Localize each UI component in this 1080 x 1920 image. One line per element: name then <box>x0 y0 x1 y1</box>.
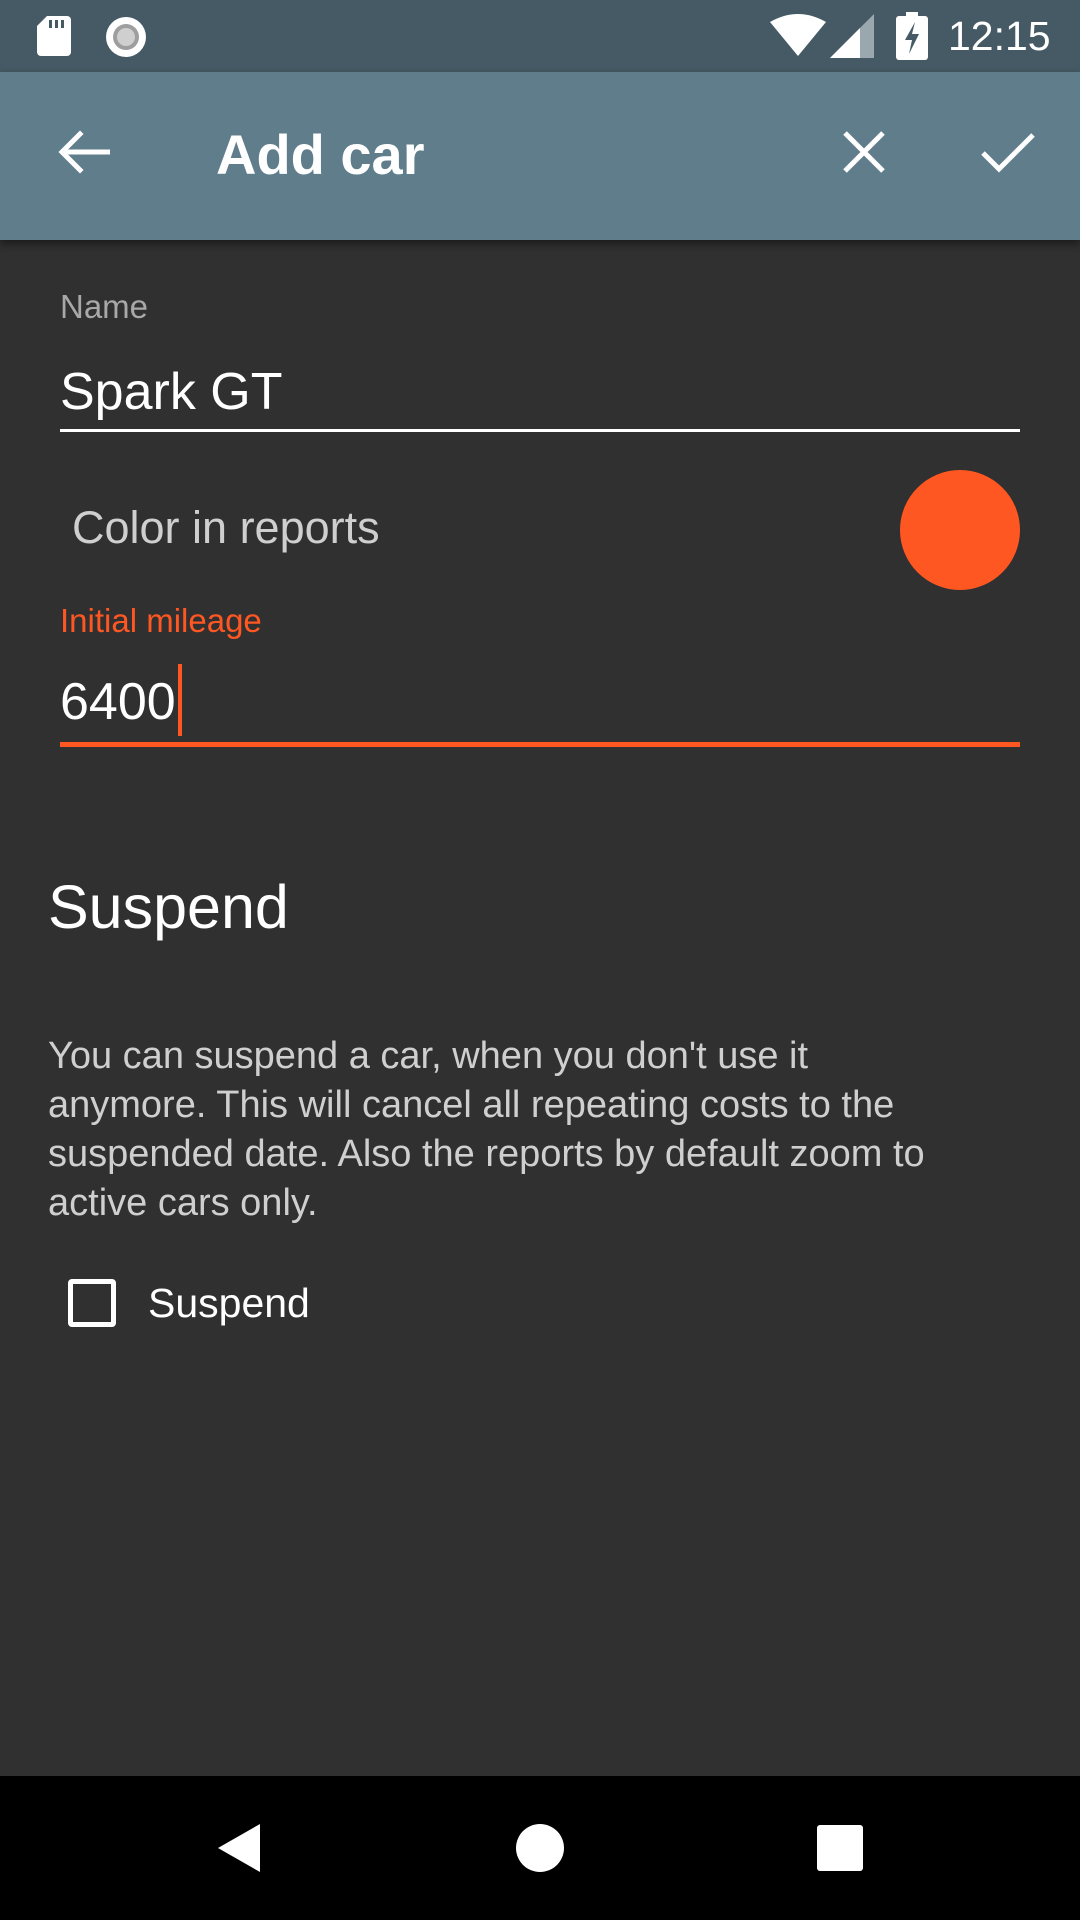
initial-mileage-value: 6400 <box>60 664 182 740</box>
system-nav-bar <box>0 1776 1080 1920</box>
suspend-description: You can suspend a car, when you don't us… <box>48 1035 925 1224</box>
sd-card-icon <box>37 16 71 56</box>
nav-back-button[interactable] <box>190 1798 290 1898</box>
nav-home-button[interactable] <box>490 1798 590 1898</box>
nav-back-icon <box>218 1824 260 1872</box>
suspend-section-title: Suspend <box>48 873 289 941</box>
color-row[interactable]: Color in reports <box>60 470 1020 590</box>
save-button[interactable] <box>968 112 1048 192</box>
text-cursor <box>177 664 182 736</box>
initial-mileage-label: Initial mileage <box>60 602 262 639</box>
color-label: Color in reports <box>72 502 380 553</box>
nav-recents-icon <box>817 1825 863 1871</box>
add-car-screen: 12:15 Add car Name Color in reports Init… <box>0 0 1080 1920</box>
name-input[interactable] <box>60 356 1020 428</box>
name-label: Name <box>60 288 149 325</box>
radio-icon <box>106 17 146 57</box>
initial-mileage-text: 6400 <box>60 673 176 731</box>
suspend-checkbox-label: Suspend <box>148 1279 310 1326</box>
initial-mileage-input[interactable]: 6400 <box>60 664 1020 740</box>
status-bar: 12:15 <box>0 0 1080 72</box>
check-icon <box>981 133 1035 173</box>
back-button[interactable] <box>44 112 124 192</box>
nav-home-icon <box>516 1824 564 1872</box>
initial-mileage-underline <box>60 742 1020 747</box>
suspend-checkbox-row[interactable]: Suspend <box>62 1268 310 1338</box>
color-swatch[interactable] <box>900 470 1020 590</box>
app-bar: Add car <box>0 72 1080 240</box>
wifi-icon <box>770 14 826 56</box>
page-title: Add car <box>216 123 425 186</box>
close-icon <box>843 131 885 173</box>
suspend-checkbox[interactable] <box>68 1279 116 1327</box>
nav-recents-button[interactable] <box>790 1798 890 1898</box>
battery-charging-icon <box>896 12 928 60</box>
arrow-back-icon <box>58 130 110 174</box>
name-underline <box>60 429 1020 432</box>
status-clock: 12:15 <box>948 13 1051 59</box>
close-button[interactable] <box>824 112 904 192</box>
cell-signal-icon <box>830 14 874 58</box>
